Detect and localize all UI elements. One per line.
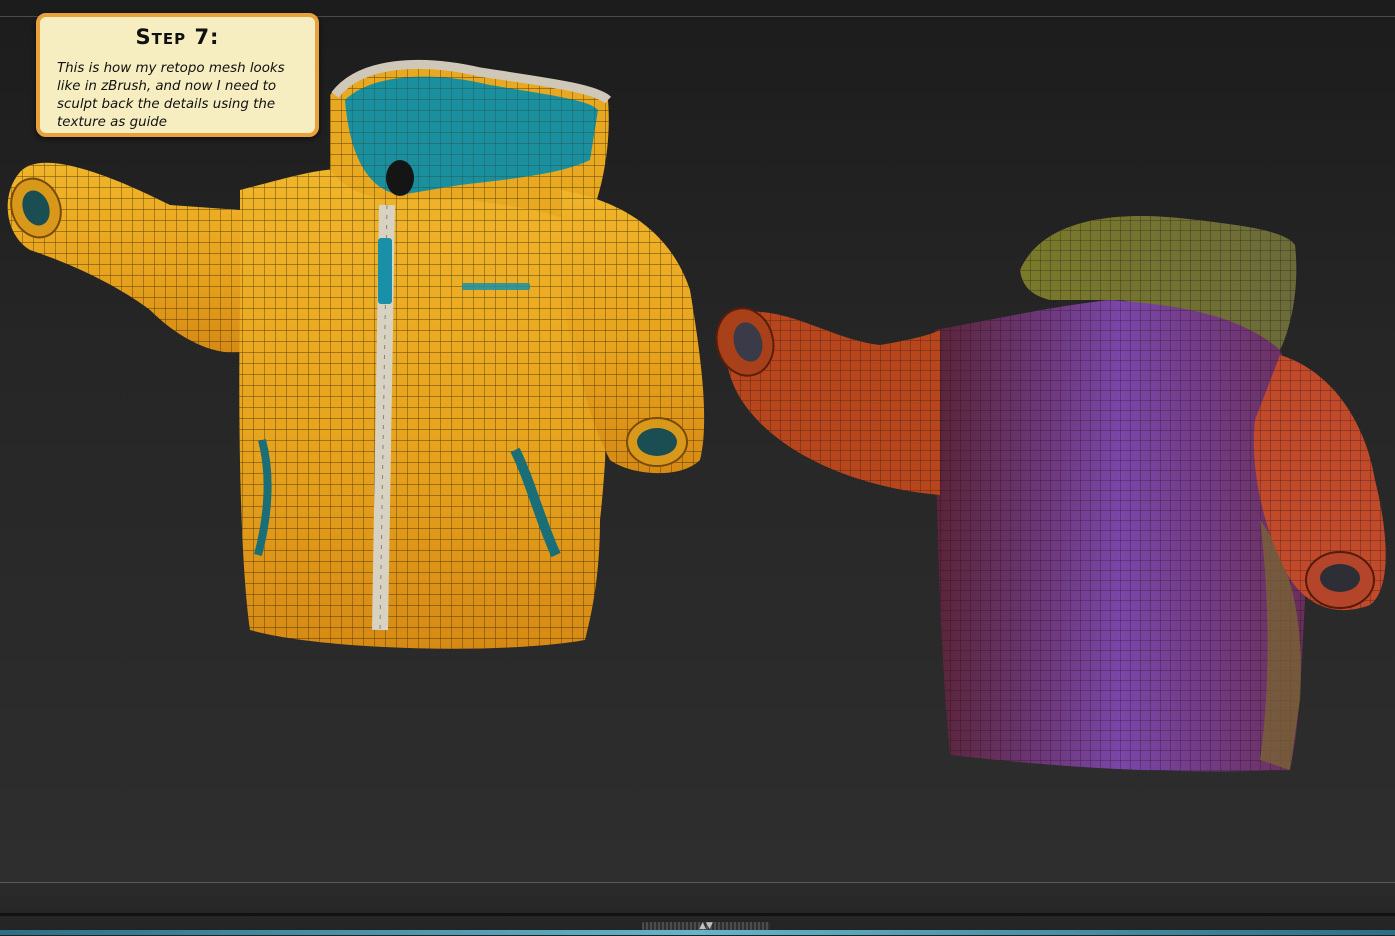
step-note: Step 7: This is how my retopo mesh looks… [36,13,319,137]
polygroup-jacket [715,215,1386,772]
tray-divider [0,913,1395,916]
bottom-highlight-strip [0,930,1395,935]
textured-jacket [7,59,705,649]
note-title: Step 7: [135,25,220,49]
note-body: This is how my retopo mesh looks like in… [57,61,285,130]
zbrush-viewport[interactable]: Step 7: This is how my retopo mesh looks… [0,0,1395,882]
